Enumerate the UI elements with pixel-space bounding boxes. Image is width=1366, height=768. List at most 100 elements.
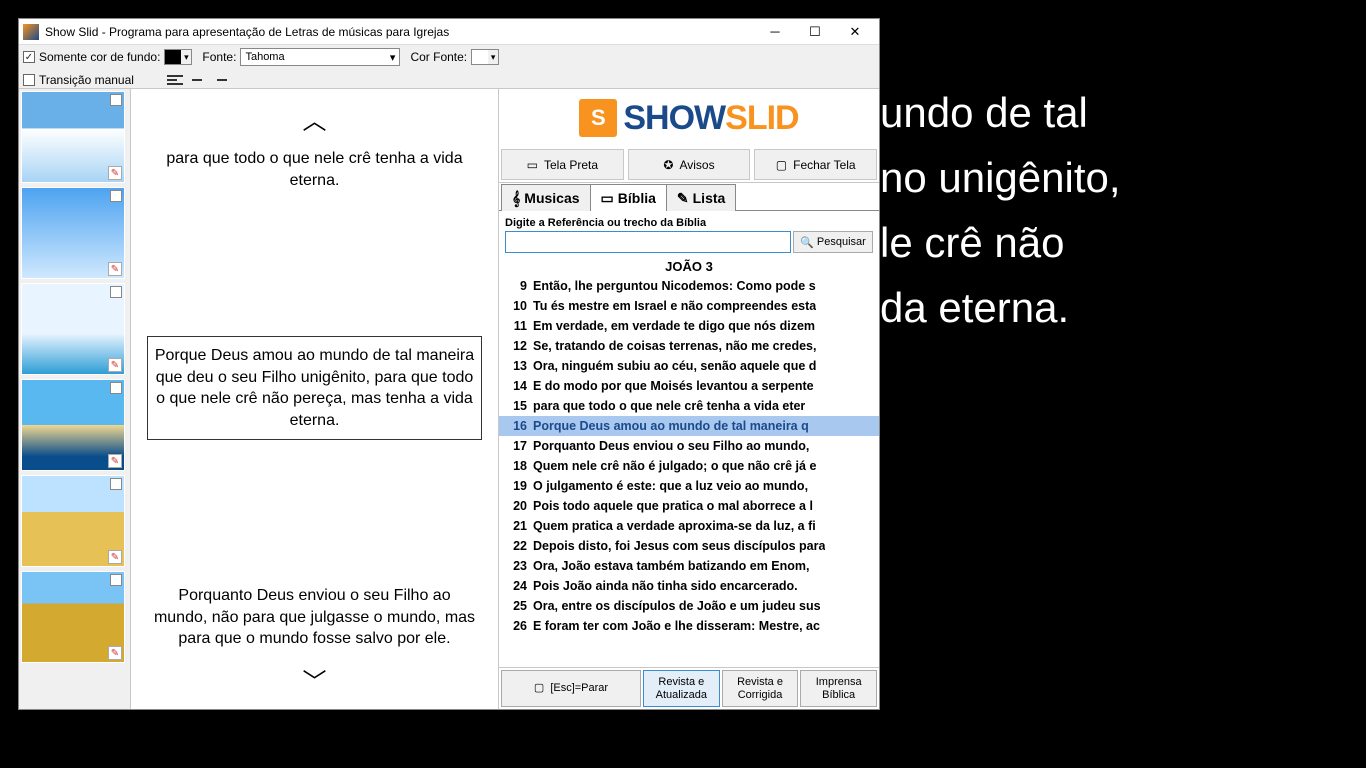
titlebar[interactable]: Show Slid - Programa para apresentação d… [19,19,879,45]
verse-row[interactable]: 22Depois disto, foi Jesus com seus discí… [499,536,879,556]
verse-row[interactable]: 24 Pois João ainda não tinha sido encarce… [499,576,879,596]
verse-number: 18 [503,459,527,473]
app-icon [23,24,39,40]
projector-icon: ▢ [776,158,787,172]
bg-color-picker[interactable]: ▾ [164,49,192,65]
next-slide-button[interactable]: ﹀ [299,658,331,701]
verse-text: O julgamento é este: que a luz veio ao m… [533,479,808,493]
only-bg-checkbox[interactable] [23,51,35,63]
verse-text: E foram ter com João e lhe disseram: Mes… [533,619,820,633]
bg-thumb[interactable]: ✎ [21,283,125,375]
verse-row[interactable]: 18 Quem nele crê não é julgado; o que não… [499,456,879,476]
verse-text: Porquanto Deus enviou o seu Filho ao mun… [533,439,809,453]
verse-list[interactable]: 9 Então, lhe perguntou Nicodemos: Como po… [499,276,879,667]
bg-thumb[interactable]: ✎ [21,187,125,279]
tab-bible[interactable]: ▭Bíblia [590,184,667,211]
verse-number: 14 [503,379,527,393]
verse-text: Depois disto, foi Jesus com seus discípu… [533,539,825,553]
bg-thumb[interactable]: ✎ [21,379,125,471]
book-icon: ▭ [601,190,614,207]
verse-text: Pois João ainda não tinha sido encarcera… [533,579,798,593]
verse-number: 16 [503,419,527,433]
verse-row[interactable]: 13Ora, ninguém subiu ao céu, senão aquel… [499,356,879,376]
verse-number: 17 [503,439,527,453]
only-bg-label: Somente cor de fundo: [39,50,160,64]
share-icon: ✪ [663,158,673,172]
verse-text: Então, lhe perguntou Nicodemos: Como pod… [533,279,816,293]
font-color-picker[interactable]: ▾ [471,49,499,65]
verse-text: E do modo por que Moisés levantou a serp… [533,379,814,393]
verse-row[interactable]: 25Ora, entre os discípulos de João e um … [499,596,879,616]
verse-row[interactable]: 17 Porquanto Deus enviou o seu Filho ao m… [499,436,879,456]
verse-text: Pois todo aquele que pratica o mal aborr… [533,499,813,513]
prev-slide-button[interactable]: ︿ [299,97,331,140]
verse-number: 26 [503,619,527,633]
minimize-button[interactable]: ─ [755,20,795,44]
search-button[interactable]: 🔍Pesquisar [793,231,873,253]
bg-thumb[interactable]: ✎ [21,91,125,183]
maximize-button[interactable]: ☐ [795,20,835,44]
notices-button[interactable]: ✪Avisos [628,149,751,180]
version-revista-atualizada[interactable]: Revista e Atualizada [643,670,720,707]
search-input[interactable] [505,231,791,253]
verse-row[interactable]: 9 Então, lhe perguntou Nicodemos: Como po… [499,276,879,296]
verse-text: Porque Deus amou ao mundo de tal maneira… [533,419,809,433]
verse-number: 12 [503,339,527,353]
logo: S SHOWSLID [499,89,879,147]
music-icon: 𝄞 [512,190,520,207]
verse-row[interactable]: 11Em verdade, em verdade te digo que nós… [499,316,879,336]
search-label: Digite a Referência ou trecho da Bíblia [505,217,873,229]
manual-transition-label: Transição manual [39,73,134,87]
align-center-button[interactable] [188,72,206,88]
verse-row[interactable]: 20Pois todo aquele que pratica o mal abo… [499,496,879,516]
align-right-button[interactable] [210,72,228,88]
verse-number: 11 [503,319,527,333]
verse-row[interactable]: 21Quem pratica a verdade aproxima-se da … [499,516,879,536]
close-screen-button[interactable]: ▢Fechar Tela [754,149,877,180]
verse-number: 24 [503,579,527,593]
verse-number: 19 [503,479,527,493]
right-panel: S SHOWSLID ▭Tela Preta ✪Avisos ▢Fechar T… [499,89,879,709]
verse-text: Quem nele crê não é julgado; o que não c… [533,459,816,473]
next-slide-preview[interactable]: Porquanto Deus enviou o seu Filho ao mun… [147,577,482,658]
prev-slide-preview[interactable]: para que todo o que nele crê tenha a vid… [147,140,482,199]
verse-number: 25 [503,599,527,613]
version-imprensa-biblica[interactable]: Imprensa Bíblica [800,670,877,707]
search-icon: 🔍 [800,236,814,249]
verse-text: Ora, João estava também batizando em Eno… [533,559,809,573]
verse-text: Tu és mestre em Israel e não compreendes… [533,299,816,313]
tab-music[interactable]: 𝄞Musicas [501,184,591,211]
verse-row[interactable]: 16 Porque Deus amou ao mundo de tal manei… [499,416,879,436]
verse-row[interactable]: 14 E do modo por que Moisés levantou a se… [499,376,879,396]
black-screen-button[interactable]: ▭Tela Preta [501,149,624,180]
current-slide-preview[interactable]: Porque Deus amou ao mundo de tal maneira… [147,336,482,440]
verse-row[interactable]: 26 E foram ter com João e lhe disseram: M… [499,616,879,636]
bg-thumb[interactable]: ✎ [21,475,125,567]
verse-number: 9 [503,279,527,293]
manual-transition-checkbox[interactable] [23,74,35,86]
edit-icon: ✎ [677,190,689,207]
verse-number: 23 [503,559,527,573]
stop-button[interactable]: ▢[Esc]=Parar [501,670,641,707]
font-select[interactable]: Tahoma▾ [240,48,400,66]
chapter-title: JOÃO 3 [499,255,879,276]
verse-number: 10 [503,299,527,313]
verse-row[interactable]: 10 Tu és mestre em Israel e não compreend… [499,296,879,316]
verse-row[interactable]: 12 Se, tratando de coisas terrenas, não m… [499,336,879,356]
verse-row[interactable]: 15para que todo o que nele crê tenha a v… [499,396,879,416]
tabs: 𝄞Musicas ▭Bíblia ✎Lista [499,183,879,211]
align-left-button[interactable] [166,72,184,88]
verse-row[interactable]: 23 Ora, João estava também batizando em E… [499,556,879,576]
background-thumbnails[interactable]: ✎ ✎ ✎ ✎ ✎ ✎ [19,89,131,709]
tab-list[interactable]: ✎Lista [666,184,736,211]
verse-row[interactable]: 19 O julgamento é este: que a luz veio ao… [499,476,879,496]
bg-thumb[interactable]: ✎ [21,571,125,663]
verse-number: 13 [503,359,527,373]
font-color-label: Cor Fonte: [410,50,467,64]
verse-text: Se, tratando de coisas terrenas, não me … [533,339,816,353]
slide-preview-column: ︿ para que todo o que nele crê tenha a v… [131,89,499,709]
version-revista-corrigida[interactable]: Revista e Corrigida [722,670,799,707]
verse-number: 21 [503,519,527,533]
close-button[interactable]: ✕ [835,20,875,44]
screen-icon: ▭ [527,158,538,172]
